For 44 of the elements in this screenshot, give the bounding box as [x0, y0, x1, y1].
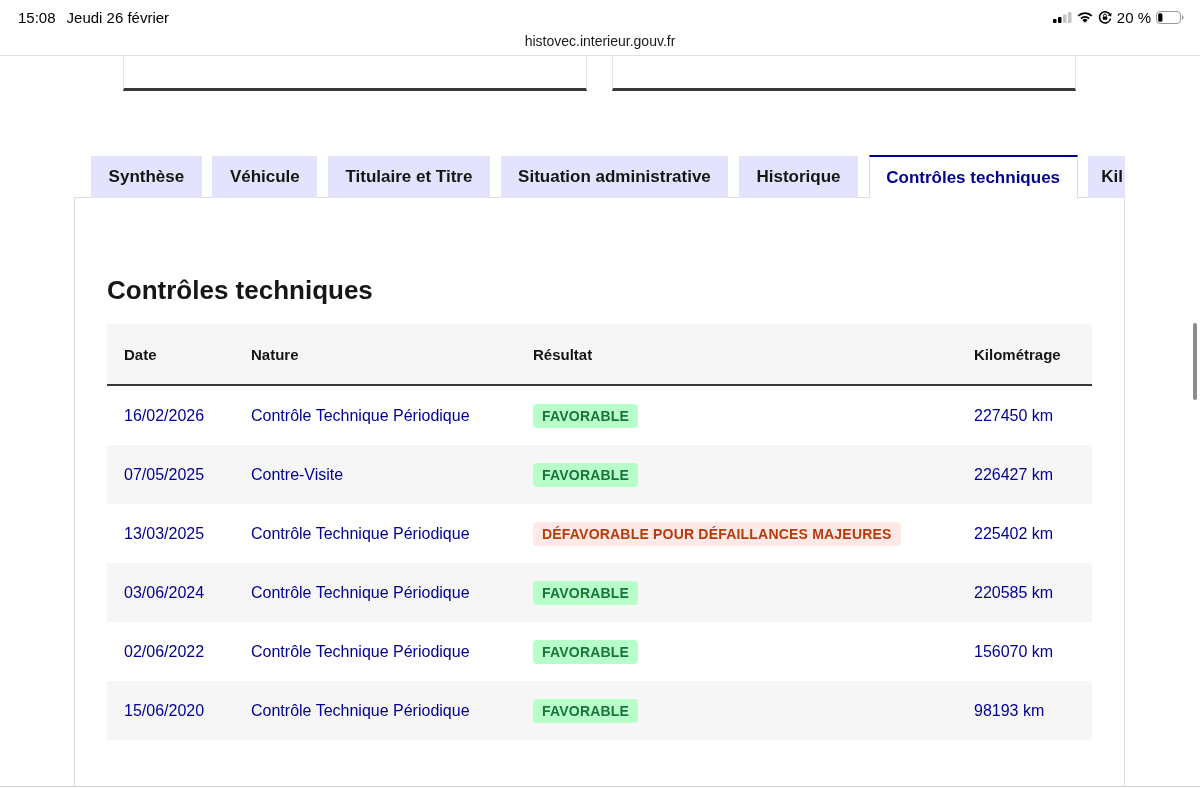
table-cell: 07/05/2025	[124, 465, 205, 484]
tab[interactable]: Situation administrative	[500, 156, 729, 198]
tab[interactable]: Titulaire et Titre	[327, 156, 490, 198]
table-cell: Contrôle Technique Périodique	[251, 701, 470, 720]
status-badge: FAVORABLE	[533, 403, 639, 428]
tab[interactable]: Contrôles techniques	[868, 155, 1078, 198]
status-badge: FAVORABLE	[533, 462, 639, 487]
table-cell: 98193 km	[974, 701, 1045, 720]
column-header: Résultat	[533, 345, 593, 363]
clock-time: 15:08	[18, 8, 56, 26]
section-heading: Contrôles techniques	[107, 274, 374, 306]
wifi-icon	[1076, 11, 1093, 23]
tab[interactable]: Historique	[738, 156, 859, 198]
signal-icon	[1052, 11, 1072, 23]
table-cell: Contre-Visite	[251, 465, 344, 484]
table-cell: 156070 km	[974, 642, 1054, 661]
table-cell: 15/06/2020	[124, 701, 205, 720]
address-url[interactable]: histovec.interieur.gouv.fr	[524, 34, 676, 48]
table-cell: Contrôle Technique Périodique	[251, 524, 470, 543]
column-header: Nature	[251, 345, 299, 363]
table-cell: 227450 km	[974, 406, 1054, 425]
date-text: Jeudi 26 février	[66, 8, 170, 26]
status-badge: FAVORABLE	[533, 639, 639, 664]
column-header: Date	[124, 345, 157, 363]
column-header: Kilométrage	[974, 345, 1061, 363]
table-cell: 16/02/2026	[124, 406, 205, 425]
status-badge: FAVORABLE	[533, 698, 639, 723]
battery-icon	[1156, 10, 1184, 24]
tab[interactable]: Synthèse	[91, 156, 202, 198]
table-cell: 220585 km	[974, 583, 1054, 602]
status-badge: FAVORABLE	[533, 580, 639, 605]
table-cell: 13/03/2025	[124, 524, 205, 543]
table-cell: 226427 km	[974, 465, 1054, 484]
rotation-lock-icon	[1097, 10, 1112, 24]
table-cell: Contrôle Technique Périodique	[251, 406, 470, 425]
tab[interactable]: Kil	[1088, 156, 1125, 198]
table-cell: 02/06/2022	[124, 642, 205, 661]
status-badge: DÉFAVORABLE POUR DÉFAILLANCES MAJEURES	[533, 521, 901, 546]
tab[interactable]: Véhicule	[212, 156, 318, 198]
battery-percentage: 20 %	[1116, 8, 1151, 26]
table-cell: Contrôle Technique Périodique	[251, 642, 470, 661]
table-cell: Contrôle Technique Périodique	[251, 583, 470, 602]
table-cell: 225402 km	[974, 524, 1054, 543]
table-cell: 03/06/2024	[124, 583, 205, 602]
